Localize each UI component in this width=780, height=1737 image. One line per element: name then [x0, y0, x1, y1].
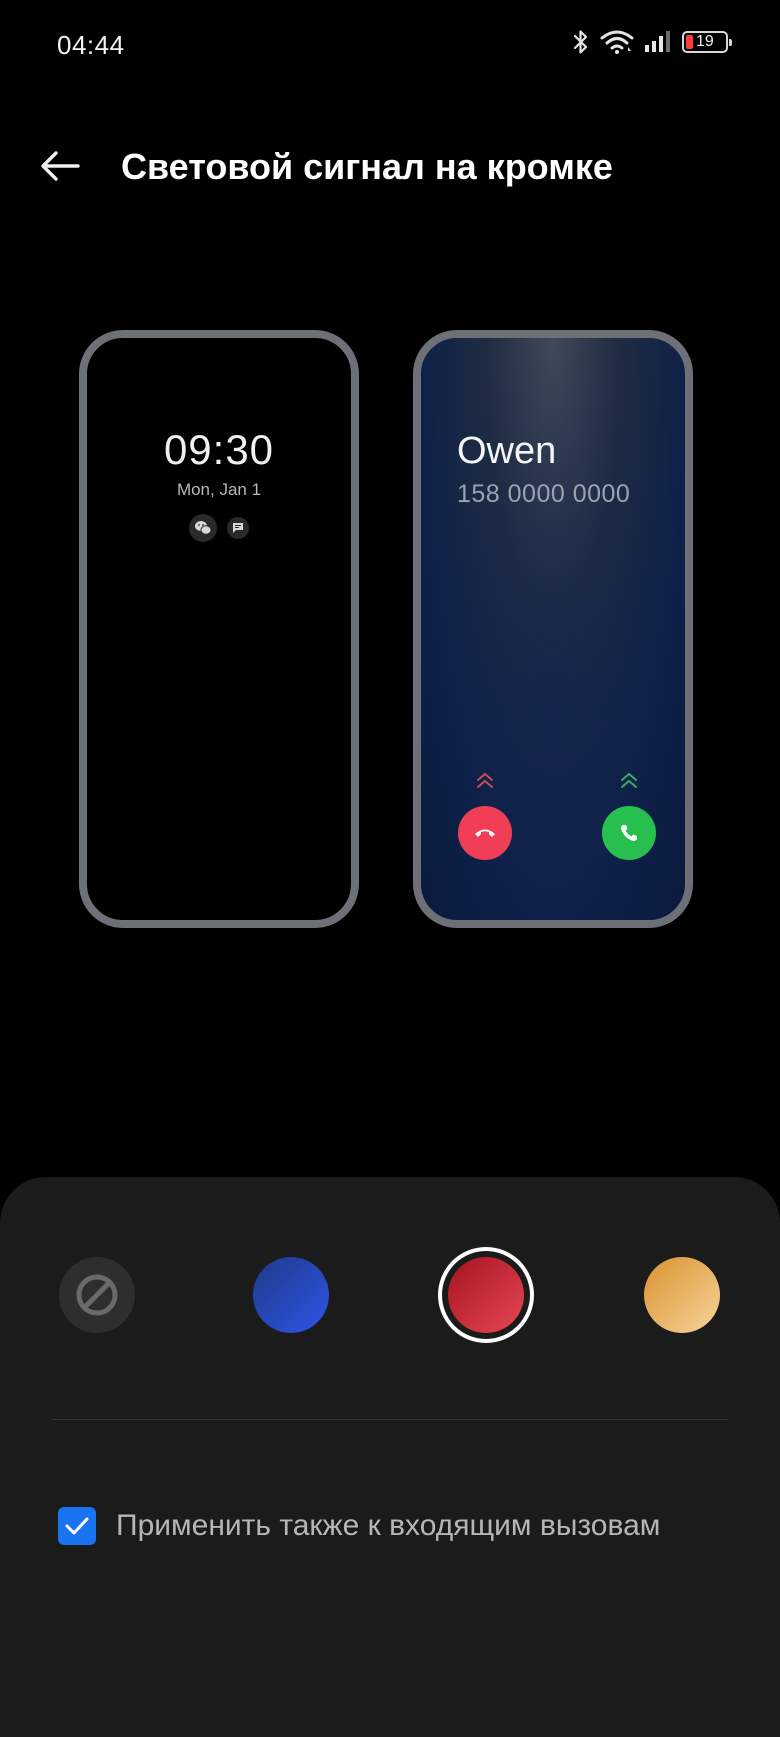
battery-level	[686, 35, 693, 49]
aod-notification-icons	[87, 514, 351, 542]
color-swatch-red	[448, 1257, 524, 1333]
back-button[interactable]	[34, 140, 86, 192]
color-swatch-none	[59, 1257, 135, 1333]
signal-icon	[645, 31, 670, 52]
wechat-icon	[189, 514, 217, 542]
message-icon	[227, 517, 249, 539]
color-swatch-gold	[644, 1257, 720, 1333]
bluetooth-icon	[573, 30, 588, 54]
aod-time: 09:30	[163, 426, 275, 473]
wifi-icon	[600, 30, 634, 54]
apply-to-calls-option[interactable]: Применить также к входящим вызовам	[58, 1507, 660, 1545]
color-swatch-blue	[253, 1257, 329, 1333]
color-option-none[interactable]	[49, 1247, 145, 1343]
apply-to-calls-checkbox[interactable]	[58, 1507, 96, 1545]
status-bar: 04:44 19	[0, 0, 780, 92]
preview-incoming-call: Owen 158 0000 0000	[413, 330, 693, 928]
phone-hangup-icon	[475, 829, 495, 837]
battery-icon: 19	[682, 31, 732, 53]
preview-aod: 09:30 Mon, Jan 1	[79, 330, 359, 928]
divider	[52, 1419, 728, 1420]
status-icons: 19	[572, 28, 732, 56]
caller-name: Owen	[457, 430, 557, 472]
settings-panel: Применить также к входящим вызовам	[0, 1177, 780, 1737]
decline-chevrons-icon	[477, 772, 493, 788]
phone-icon	[621, 825, 637, 841]
accept-chevrons-icon	[621, 772, 637, 788]
color-option-gold[interactable]	[634, 1247, 730, 1343]
checkmark-icon	[65, 1517, 89, 1535]
color-option-red[interactable]	[438, 1247, 534, 1343]
decline-call-button	[458, 806, 512, 860]
apply-to-calls-label: Применить также к входящим вызовам	[116, 1509, 661, 1542]
accept-call-button	[602, 806, 656, 860]
color-option-blue[interactable]	[243, 1247, 339, 1343]
page-title: Световой сигнал на кромке	[121, 146, 613, 187]
battery-percentage: 19	[696, 33, 714, 50]
status-time: 04:44	[57, 30, 125, 60]
back-arrow-icon	[41, 151, 80, 181]
caller-number: 158 0000 0000	[457, 480, 631, 508]
no-entry-icon	[76, 1274, 118, 1316]
color-picker	[0, 1247, 780, 1347]
aod-date: Mon, Jan 1	[176, 480, 262, 499]
